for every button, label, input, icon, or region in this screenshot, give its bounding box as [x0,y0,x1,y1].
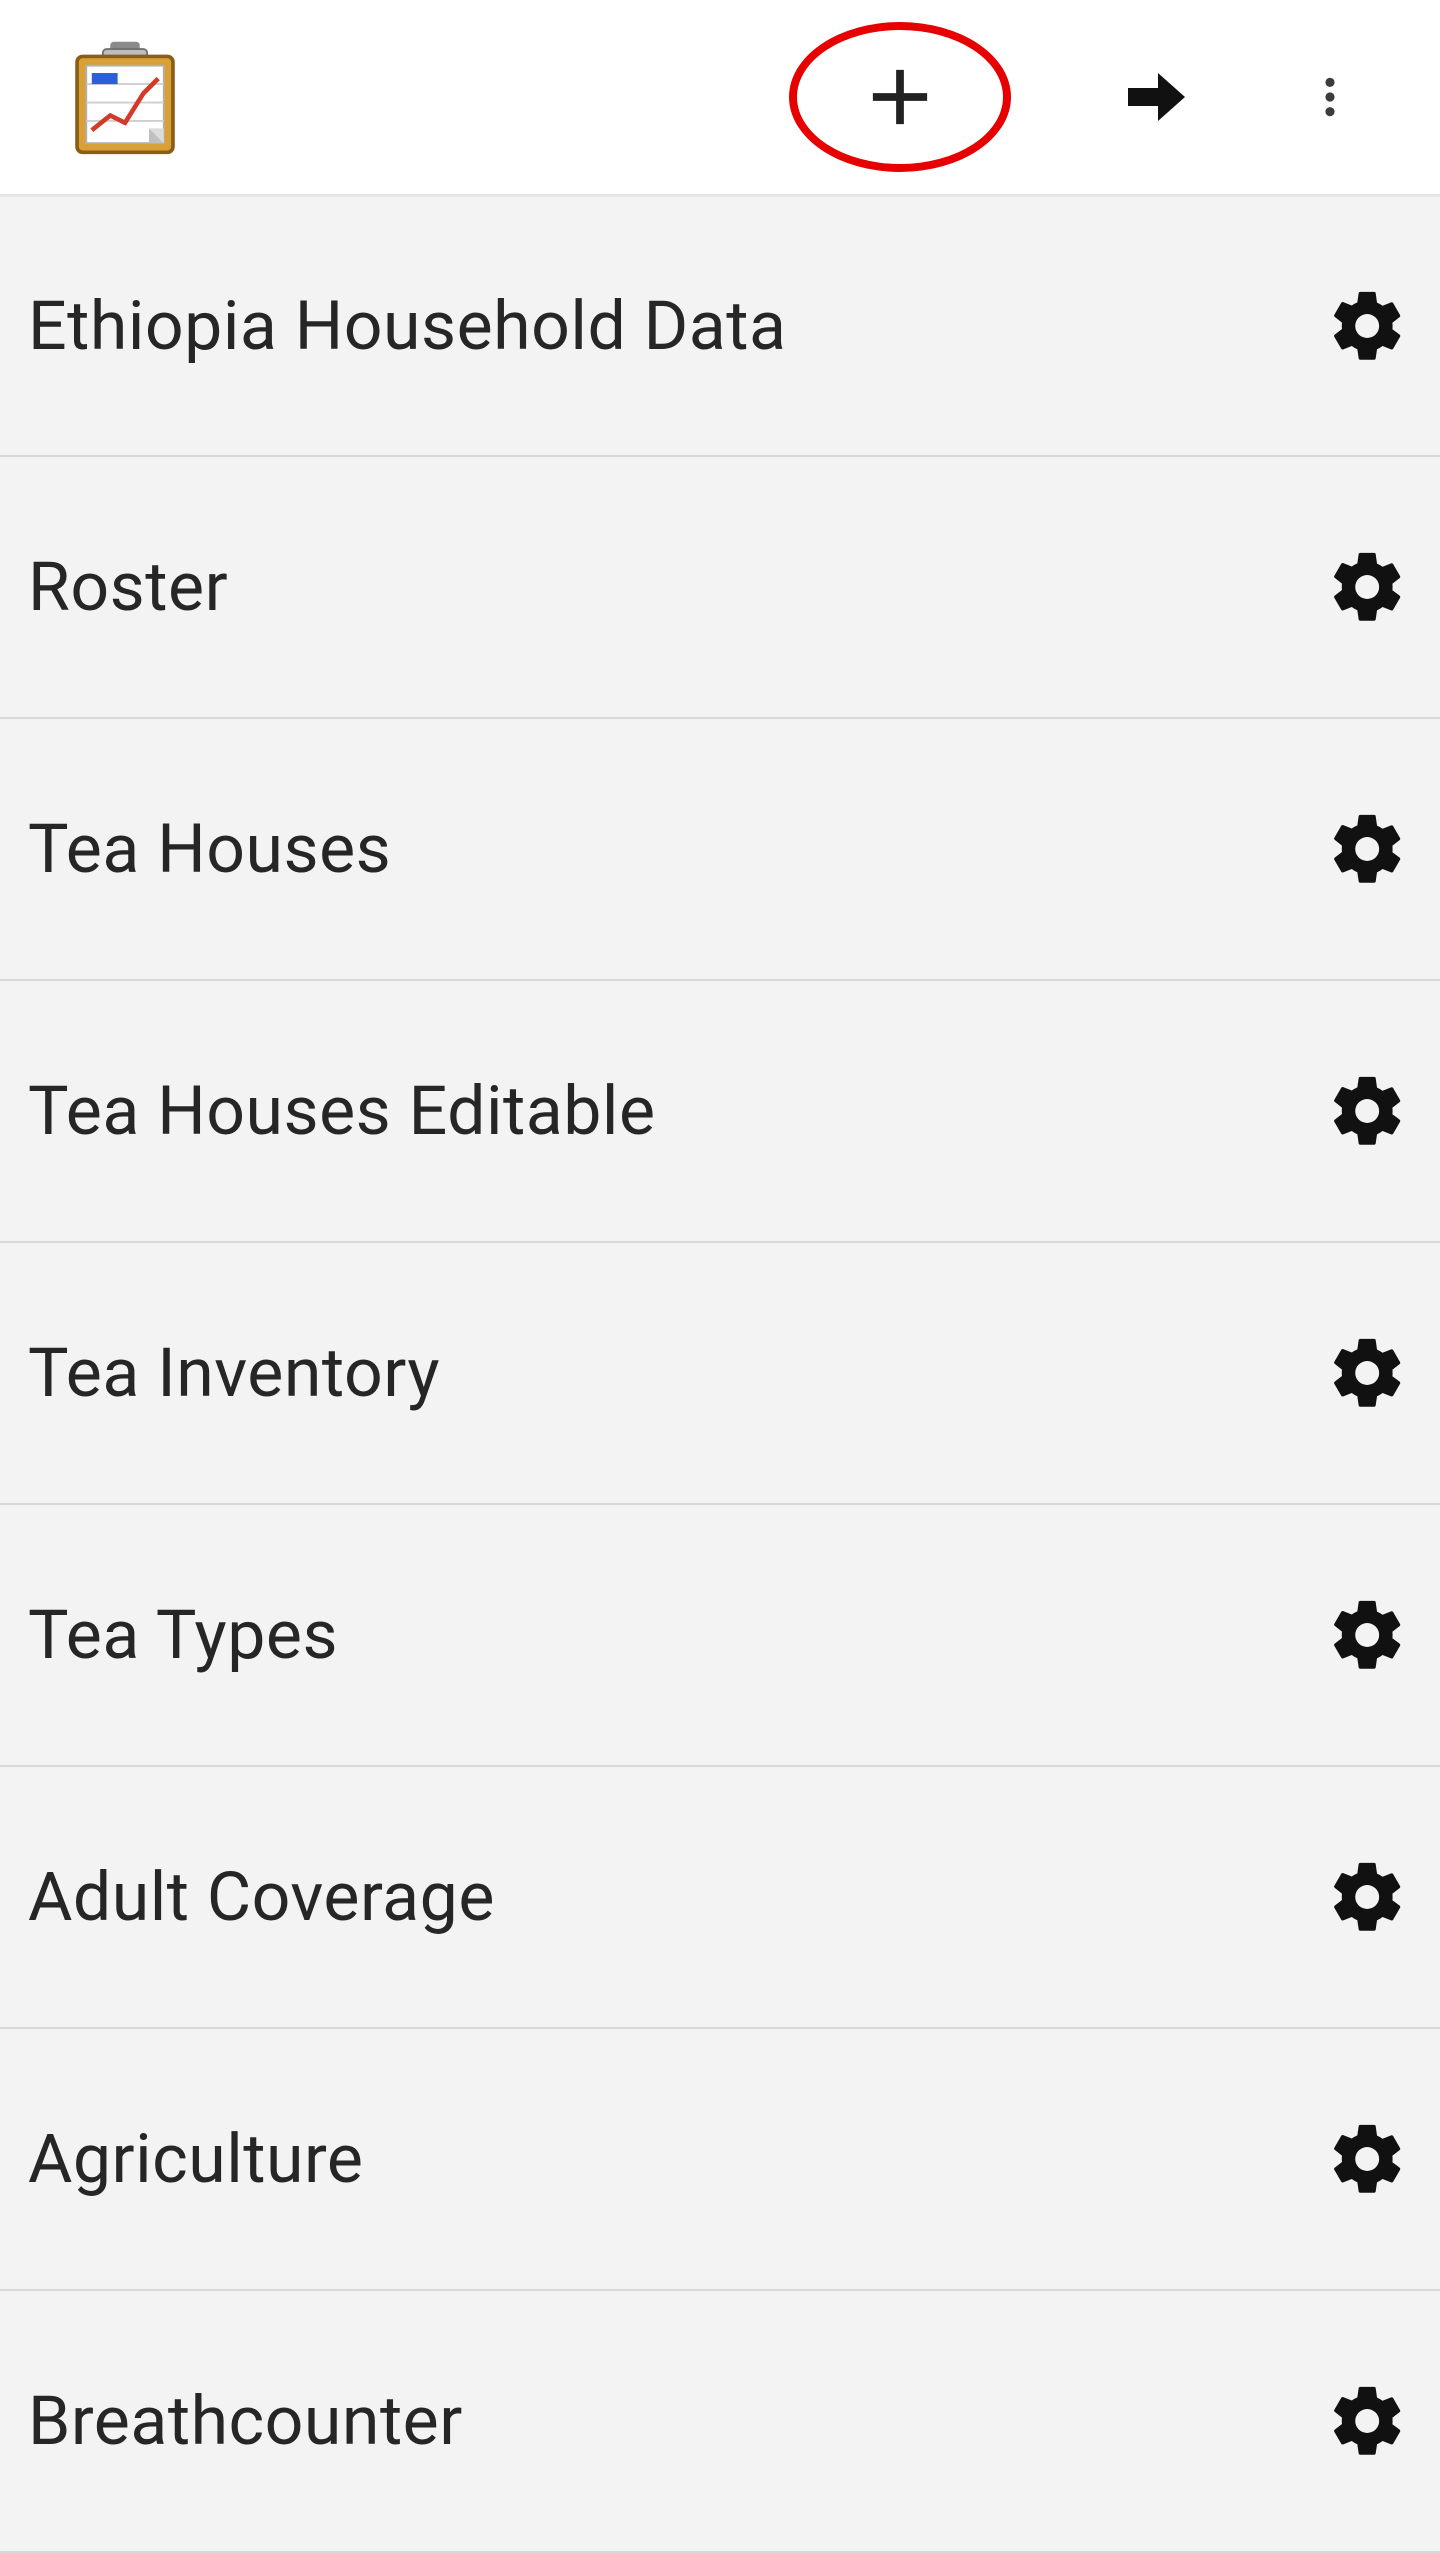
table-list: Ethiopia Household Data Roster Tea House… [0,195,1440,2553]
gear-icon[interactable] [1324,805,1412,893]
list-item-label: Breathcounter [28,2381,463,2461]
gear-icon[interactable] [1324,1067,1412,1155]
gear-icon[interactable] [1324,543,1412,631]
gear-icon[interactable] [1324,1591,1412,1679]
list-item-label: Tea Houses Editable [28,1071,656,1151]
list-item[interactable]: Adult Coverage [0,1767,1440,2029]
gear-icon[interactable] [1324,2377,1412,2465]
appbar-actions [830,27,1360,167]
list-item-label: Roster [28,547,228,627]
list-item[interactable]: Tea Houses [0,719,1440,981]
gear-icon[interactable] [1324,282,1412,370]
list-item-label: Agriculture [28,2119,363,2199]
gear-icon[interactable] [1324,1853,1412,1941]
list-item[interactable]: Ethiopia Household Data [0,195,1440,457]
list-item-label: Ethiopia Household Data [28,286,787,366]
app-bar [0,0,1440,195]
forward-button[interactable] [1110,27,1200,167]
list-item[interactable]: Agriculture [0,2029,1440,2291]
list-item-label: Adult Coverage [28,1857,495,1937]
list-item[interactable]: Breathcounter [0,2291,1440,2553]
list-item-label: Tea Houses [28,809,391,889]
overflow-menu-button[interactable] [1300,27,1360,167]
list-item-label: Tea Types [28,1595,338,1675]
list-item[interactable]: Tea Inventory [0,1243,1440,1505]
gear-icon[interactable] [1324,1329,1412,1417]
list-item[interactable]: Tea Houses Editable [0,981,1440,1243]
add-button[interactable] [830,27,970,167]
list-item[interactable]: Tea Types [0,1505,1440,1767]
app-icon-clipboard [66,38,184,156]
gear-icon[interactable] [1324,2115,1412,2203]
list-item[interactable]: Roster [0,457,1440,719]
list-item-label: Tea Inventory [28,1333,440,1413]
